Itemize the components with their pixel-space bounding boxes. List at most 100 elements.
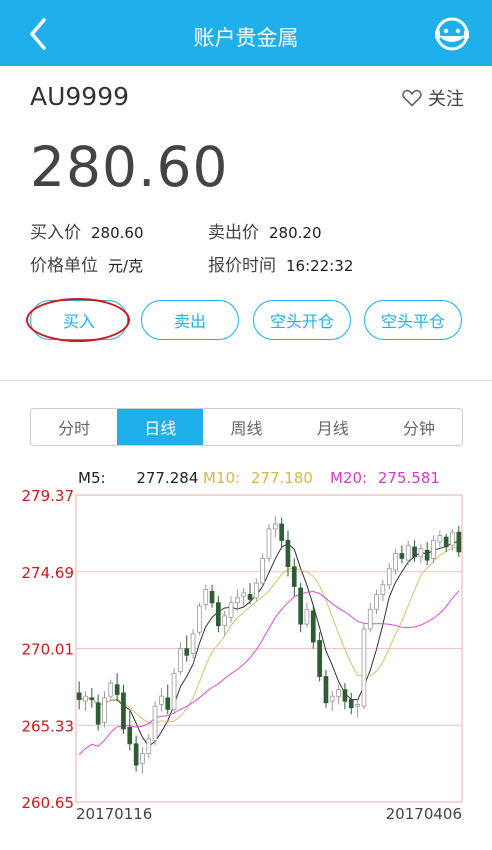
candle-body [450,531,455,546]
quote-time-value: 16:22:32 [286,257,354,275]
section-divider [0,380,492,381]
candle-body [83,695,88,702]
candle-body [405,544,411,561]
candle-body [323,676,329,704]
y-tick-label: 279.37 [22,487,75,505]
customer-service-button[interactable] [434,16,470,52]
candle-body [203,589,209,605]
candle-body [190,633,196,654]
candle-body [215,602,221,627]
candle-body [367,608,373,630]
candle-body [291,566,297,587]
candle-body [184,648,190,656]
candle-body [152,705,158,741]
short-close-button[interactable]: 空头平仓 [364,300,462,340]
top-bar: 账户贵金属 [0,0,492,66]
candle-body [424,549,430,561]
candle-body [89,697,95,700]
candle-body [209,590,215,604]
sell-price-row: 卖出价 280.20 [208,218,322,243]
buy-price-row: 买入价 280.60 [30,218,144,243]
candle-body [266,528,272,559]
candle-body [76,692,82,700]
follow-label: 关注 [428,89,464,110]
candle-body [431,540,436,559]
y-tick-label: 274.69 [22,564,75,582]
tab-weekly[interactable]: 周线 [203,409,289,445]
x-start-label: 20170116 [76,805,152,820]
candle-body [121,692,126,730]
candle-body [317,640,323,677]
candle-body [159,695,164,705]
current-price: 280.60 [30,135,229,199]
candle-body [279,523,285,541]
ma10-line [79,547,459,725]
candle-body [298,587,304,625]
candle-body [361,628,367,707]
tab-minute[interactable]: 分钟 [376,409,462,445]
candle-body [443,536,449,548]
candle-body [304,608,310,625]
y-axis-ticks: 279.37 274.69 270.01 265.33 260.65 [22,487,75,812]
buy-price-value: 280.60 [91,224,144,242]
candle-body [234,597,240,604]
instrument-symbol: AU9999 [30,82,130,111]
candle-body [127,726,133,745]
candle-body [437,535,443,543]
price-unit-row: 价格单位 元/克 [30,251,143,276]
candle-body [260,558,266,584]
candle-body [114,684,120,695]
candle-body [355,703,360,707]
candle-body [393,553,398,571]
candle-body [412,546,417,558]
candle-body [108,682,114,697]
candle-body [342,689,348,702]
candle-body [228,602,234,618]
buy-button[interactable]: 买入 [30,300,128,340]
sell-button[interactable]: 卖出 [141,300,239,340]
kline-chart[interactable]: 279.37274.69270.01265.33260.65 20170116 … [0,480,492,820]
candle-body [171,672,177,710]
candle-body [165,697,171,710]
short-open-button[interactable]: 空头开仓 [253,300,351,340]
sell-price-label: 卖出价 [208,223,259,243]
candle-body [196,605,202,633]
candle-body [222,615,227,627]
x-end-label: 20170406 [386,805,462,820]
price-unit-value: 元/克 [108,257,144,275]
y-tick-label: 270.01 [22,641,75,659]
candle-body [177,648,183,673]
follow-button[interactable]: 关注 [402,86,464,110]
candle-body [133,743,139,766]
period-tabs: 分时 日线 周线 月线 分钟 [30,408,463,446]
candle-body [140,753,145,764]
candle-body [418,548,424,558]
candle-body [386,567,392,586]
buy-price-label: 买入价 [30,223,81,243]
candle-body [146,738,152,755]
candle-body [272,523,278,530]
candle-body [310,610,316,643]
candle-body [102,697,107,723]
candle-body [95,702,101,725]
quote-time-row: 报价时间 16:22:32 [208,251,353,276]
chart-grid [76,571,462,726]
y-tick-label: 260.65 [22,794,75,812]
candle-body [456,531,462,553]
candle-body [253,582,259,599]
tab-intraday[interactable]: 分时 [31,409,117,445]
price-unit-label: 价格单位 [30,256,98,276]
candle-body [399,553,405,559]
candle-body [285,540,291,568]
candle-body [247,594,253,600]
candle-body [374,594,379,610]
sell-price-value: 280.20 [269,224,322,242]
candle-body [241,592,246,597]
heart-outline-icon [402,89,422,107]
candle-body [336,689,341,697]
tab-monthly[interactable]: 月线 [290,409,376,445]
tab-daily[interactable]: 日线 [117,409,204,445]
customer-service-icon [435,17,469,51]
quote-time-label: 报价时间 [208,256,276,276]
candle-body [380,584,386,595]
